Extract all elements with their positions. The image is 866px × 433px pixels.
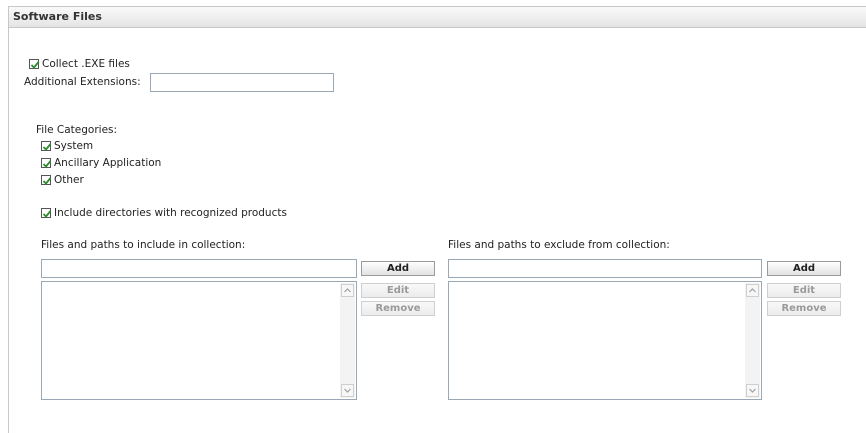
checkmark-icon	[42, 210, 52, 218]
include-edit-button[interactable]: Edit	[361, 283, 435, 298]
exclude-remove-button[interactable]: Remove	[767, 301, 841, 316]
include-list-scrollbar[interactable]	[340, 283, 355, 398]
checkmark-icon	[42, 160, 52, 168]
collect-exe-label: Collect .EXE files	[42, 58, 130, 70]
exclude-section-label: Files and paths to exclude from collecti…	[448, 239, 670, 251]
ancillary-application-checkbox[interactable]	[41, 158, 52, 168]
exclude-edit-button[interactable]: Edit	[767, 283, 841, 298]
scroll-up-icon[interactable]	[341, 284, 354, 297]
scroll-down-icon[interactable]	[341, 384, 354, 397]
checkmark-icon	[42, 177, 52, 185]
collect-exe-checkbox[interactable]	[29, 59, 40, 69]
other-checkbox[interactable]	[41, 175, 52, 185]
system-label: System	[54, 140, 94, 152]
scroll-down-icon[interactable]	[746, 384, 759, 397]
additional-extensions-input[interactable]	[150, 73, 334, 92]
checkmark-icon	[30, 61, 40, 69]
system-checkbox[interactable]	[41, 141, 52, 151]
exclude-list-scrollbar[interactable]	[745, 283, 760, 398]
additional-extensions-label: Additional Extensions:	[24, 76, 141, 88]
scroll-up-icon[interactable]	[746, 284, 759, 297]
include-add-button[interactable]: Add	[361, 261, 435, 276]
other-label: Other	[54, 174, 84, 186]
panel-title: Software Files	[13, 10, 102, 23]
exclude-path-input[interactable]	[448, 259, 762, 278]
panel-header: Software Files	[9, 7, 866, 28]
include-path-input[interactable]	[41, 259, 357, 278]
exclude-paths-list[interactable]	[448, 281, 762, 400]
file-categories-label: File Categories:	[36, 124, 118, 136]
include-remove-button[interactable]: Remove	[361, 301, 435, 316]
checkmark-icon	[42, 143, 52, 151]
include-section-label: Files and paths to include in collection…	[41, 239, 246, 251]
include-directories-label: Include directories with recognized prod…	[54, 207, 287, 219]
exclude-add-button[interactable]: Add	[767, 261, 841, 276]
include-paths-list[interactable]	[41, 281, 357, 400]
include-directories-checkbox[interactable]	[41, 208, 52, 218]
ancillary-application-label: Ancillary Application	[54, 157, 162, 169]
